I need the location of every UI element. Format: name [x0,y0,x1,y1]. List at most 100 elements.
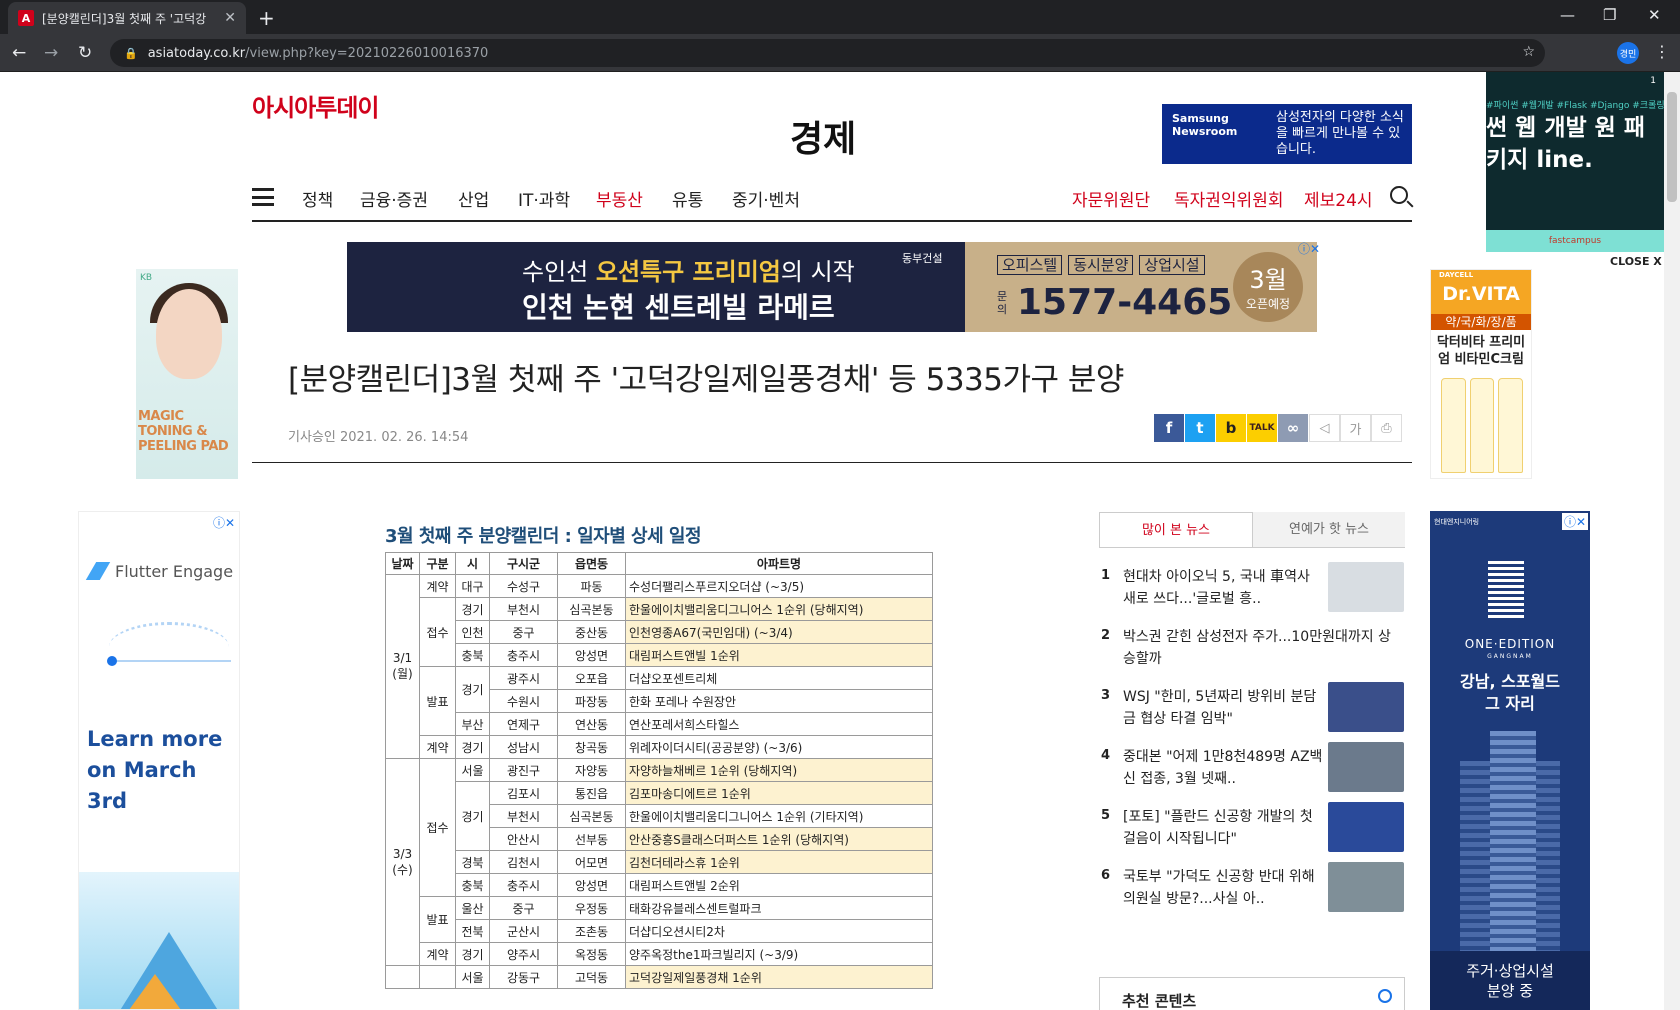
back-icon[interactable]: ← [12,43,26,63]
schedule-cell-gu: 안산시 [489,827,558,851]
schedule-cell-type: 계약 [419,942,456,966]
news-list-item[interactable]: 1 현대차 아이오닉 5, 국내 車역사 새로 쓰다...'글로벌 흥.. [1099,556,1405,616]
scrollbar-thumb[interactable] [1667,92,1677,202]
nav-item-sme[interactable]: 중기·벤처 [732,186,800,211]
fastcampus-ad[interactable]: 1 #파이썬 #웹개발 #Flask #Django #크롤링 #실전프 썬 웹… [1486,72,1664,252]
floating-ad-close-button[interactable]: CLOSE X [1610,255,1662,268]
schedule-cell-dong: 옥정동 [557,942,626,966]
schedule-cell-si: 인천 [455,620,490,644]
apartment-banner-ad[interactable]: 수인선 오션특구 프리미엄의 시작 인천 논현 센트레빌 라메르 동부건설 오피… [347,242,1317,332]
schedule-figure: 3월 첫째 주 분양캘린더 : 일자별 상세 일정 날짜 구분 시 구시군 읍면동 아파트… [385,522,935,989]
nav-item-realestate[interactable]: 부동산 [596,186,643,211]
news-list-item[interactable]: 5 [포토] "플란드 신공항 개발의 첫 걸음이 시작됩니다" [1099,796,1405,856]
browser-tab[interactable]: A [분양캘린더]3월 첫째 주 '고덕강 ✕ [8,2,246,34]
news-headline[interactable]: 박스권 갇힌 삼성전자 주가...10만원대까지 상승할까 [1123,626,1393,670]
schedule-cell-type [419,965,456,989]
reload-icon[interactable]: ↻ [78,43,92,63]
schedule-cell-apt: 태화강유블레스센트럴파크 [625,896,933,920]
flutter-ad-decoration [109,622,229,672]
schedule-cell-type: 계약 [419,574,456,598]
search-icon[interactable] [1390,186,1408,204]
copy-link-icon[interactable]: ∞ [1278,414,1309,442]
oe-ad-header: 현대엔지니어링 [1434,518,1480,526]
nav-item-industry[interactable]: 산업 [458,186,489,211]
news-headline[interactable]: 국토부 "가덕도 신공항 반대 위해 의원실 방문?...사실 아.. [1123,866,1323,910]
tab-close-icon[interactable]: ✕ [224,10,236,26]
nav-item-retail[interactable]: 유통 [672,186,703,211]
drvita-ad-desc: 닥터비타 프리미엄 비타민C크림 [1436,335,1526,367]
news-thumbnail[interactable] [1328,802,1404,852]
schedule-header-cell: 시 [455,552,490,575]
forward-icon[interactable]: → [44,43,58,63]
schedule-cell-gu: 수원시 [489,689,558,713]
news-headline[interactable]: 현대차 아이오닉 5, 국내 車역사 새로 쓰다...'글로벌 흥.. [1123,566,1323,610]
kb-cosmetics-ad[interactable]: KB MAGIC TONING & PEELING PAD [136,269,238,479]
address-bar[interactable]: 🔒 asiatoday.co.kr /view.php?key=20210226… [110,39,1545,67]
speaker-icon[interactable]: ◁ [1309,414,1340,442]
window-close-icon[interactable]: ✕ [1648,6,1661,24]
schedule-header-row: 날짜 구분 시 구시군 읍면동 아파트명 [385,552,933,575]
drvita-product-image [1441,378,1524,473]
schedule-cell-si: 경기 [455,666,490,713]
news-rank-number: 6 [1101,868,1111,883]
nav-item-reader-committee[interactable]: 독자권익위원회 [1174,186,1283,211]
schedule-cell-date: 3/3 (수) [385,758,420,966]
facebook-share-icon[interactable]: f [1154,414,1185,442]
schedule-header-cell: 아파트명 [625,552,933,575]
nav-item-finance[interactable]: 금융·증권 [360,186,428,211]
kakaotalk-share-icon[interactable]: TALK [1247,414,1278,442]
flutter-engage-ad[interactable]: ⓘ✕ Flutter Engage Learn more on March 3r… [78,511,240,1010]
site-logo[interactable]: 아시아투데이 [252,88,379,123]
news-thumbnail[interactable] [1328,562,1404,612]
page-scrollbar[interactable] [1664,72,1680,1010]
schedule-cell-si: 충북 [455,873,490,897]
ad-choices-icon[interactable]: ⓘ✕ [1298,240,1320,257]
bookmark-star-icon[interactable]: ☆ [1522,44,1535,60]
font-size-button[interactable]: 가 [1340,414,1371,442]
drvita-ad[interactable]: DAYCELL Dr.VITA 약/국/화/장/품 닥터비타 프리미엄 비타민C크… [1430,269,1532,479]
lock-icon: 🔒 [124,46,138,60]
news-list-item[interactable]: 3 WSJ "한미, 5년짜리 방위비 분담금 협상 타결 임박" [1099,676,1405,736]
ad-choices-icon[interactable]: ⓘ✕ [1561,513,1588,530]
minimize-icon[interactable]: — [1560,6,1575,24]
news-thumbnail[interactable] [1328,742,1404,792]
ad-choices-icon[interactable]: ⓘ✕ [213,514,235,531]
news-list-item[interactable]: 6 국토부 "가덕도 신공항 반대 위해 의원실 방문?...사실 아.. [1099,856,1405,916]
schedule-cell-apt: 안산중흥S클래스더퍼스트 1순위 (당해지역) [625,827,933,851]
flutter-ad-dot [107,656,117,666]
nav-item-report24[interactable]: 제보24시 [1304,186,1373,211]
nav-item-it[interactable]: IT·과학 [518,186,570,211]
news-headline[interactable]: WSJ "한미, 5년짜리 방위비 분담금 협상 타결 임박" [1123,686,1323,730]
one-edition-ad[interactable]: ⓘ✕ 현대엔지니어링 ONE·EDITION GANGNAM 강남, 스포월드 … [1430,511,1590,1010]
schedule-header-cell: 구분 [419,552,456,575]
schedule-cell-apt: 더샵오포센트리체 [625,666,933,690]
nav-item-policy[interactable]: 정책 [302,186,333,211]
news-headline[interactable]: 중대본 "어제 1만8천489명 AZ백신 접종, 3월 넷째.. [1123,746,1323,790]
print-icon[interactable]: ⎙ [1371,414,1402,442]
new-tab-icon[interactable]: + [258,6,275,30]
news-list-item[interactable]: 4 중대본 "어제 1만8천489명 AZ백신 접종, 3월 넷째.. [1099,736,1405,796]
twitter-share-icon[interactable]: t [1185,414,1216,442]
schedule-cell-si: 서울 [455,965,490,989]
schedule-table: 날짜 구분 시 구시군 읍면동 아파트명 3/1 (월) 계약 대구 수성구 파동 수성더팰리스푸르… [385,552,933,989]
news-thumbnail[interactable] [1328,682,1404,732]
tab-entertainment[interactable]: 연예가 핫 뉴스 [1253,512,1405,547]
ad-info-icon[interactable] [1378,989,1392,1003]
news-thumbnail[interactable] [1328,862,1404,912]
schedule-row: 서울 강동구 고덕동 고덕강일제일풍경채 1순위 [385,965,933,989]
tab-most-viewed[interactable]: 많이 본 뉴스 [1099,512,1253,547]
news-headline[interactable]: [포토] "플란드 신공항 개발의 첫 걸음이 시작됩니다" [1123,806,1323,850]
profile-avatar[interactable]: 경민 [1617,42,1639,64]
hamburger-menu-icon[interactable] [252,188,274,206]
naver-band-share-icon[interactable]: b [1216,414,1247,442]
schedule-row: 전북 군산시 조촌동 더샵디오션시티2차 [386,919,933,943]
browser-menu-icon[interactable]: ⋮ [1654,42,1670,61]
banner-company: 동부건설 [902,252,943,265]
news-list-item[interactable]: 2 박스권 갇힌 삼성전자 주가...10만원대까지 상승할까 [1099,616,1405,676]
samsung-newsroom-ad[interactable]: Samsung Newsroom 삼성전자의 다양한 소식을 빠르게 만나볼 수… [1162,104,1412,164]
schedule-cell-apt: 더샵디오션시티2차 [625,919,933,943]
restore-icon[interactable]: ❐ [1603,6,1616,24]
nav-item-advisors[interactable]: 자문위원단 [1072,186,1150,211]
schedule-cell-dong: 앙성면 [557,873,626,897]
schedule-cell-si: 충북 [455,643,490,667]
